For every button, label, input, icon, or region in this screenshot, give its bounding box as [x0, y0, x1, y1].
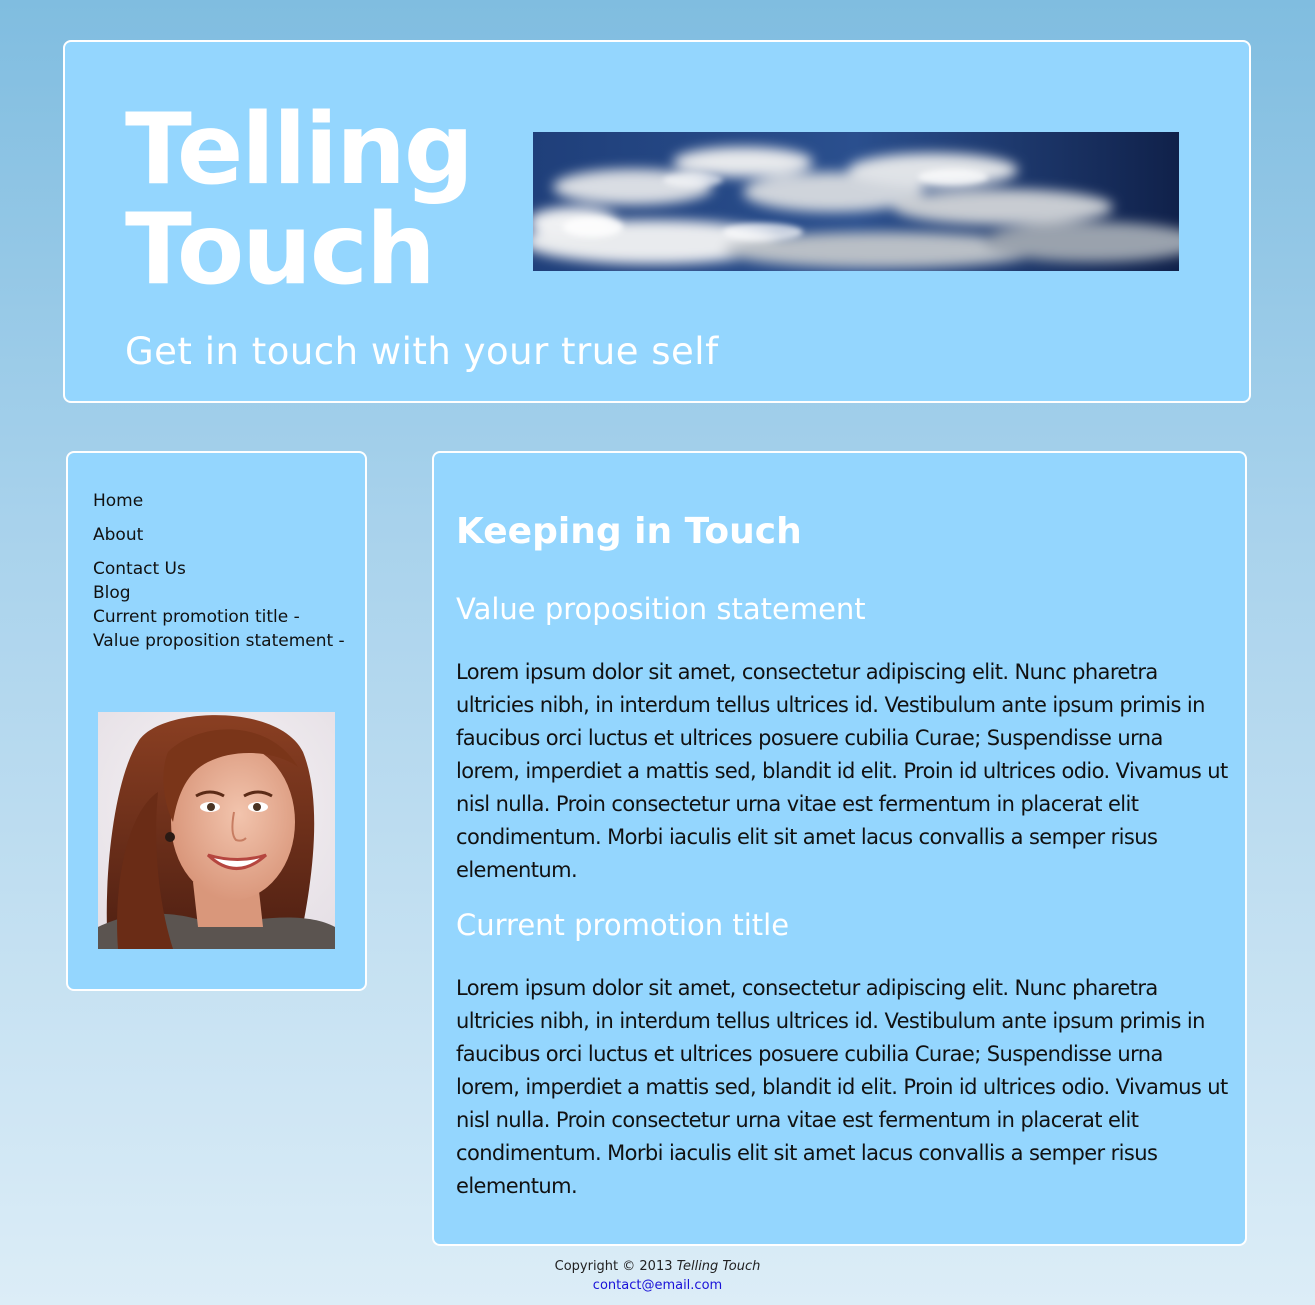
- nav-item-blog[interactable]: Blog: [93, 581, 345, 605]
- section-body-current-promotion: Lorem ipsum dolor sit amet, consectetur …: [456, 976, 1228, 1198]
- nav-item-home[interactable]: Home: [93, 489, 345, 513]
- nav-item-contact-us[interactable]: Contact Us: [93, 557, 345, 581]
- content-title: Keeping in Touch: [456, 511, 802, 552]
- nav-item-about[interactable]: About: [93, 523, 345, 547]
- sidebar-panel: Home About Contact Us Blog Current promo…: [66, 451, 367, 991]
- nav-item-current-promotion[interactable]: Current promotion title -: [93, 605, 345, 629]
- site-title-line1: Telling: [125, 93, 474, 207]
- site-title[interactable]: Telling Touch: [125, 93, 474, 307]
- tagline: Get in touch with your true self: [125, 330, 719, 373]
- footer-copyright-line: Copyright © 2013 Telling Touch: [460, 1257, 855, 1276]
- footer: Copyright © 2013 Telling Touch contact@e…: [460, 1257, 855, 1295]
- site-title-line2: Touch: [125, 193, 436, 307]
- footer-site-name: Telling Touch: [676, 1259, 761, 1274]
- section-title-value-proposition: Value proposition statement: [456, 592, 866, 626]
- portrait-photo: [98, 712, 335, 949]
- sidebar-nav: Home About Contact Us Blog Current promo…: [93, 489, 345, 653]
- nav-item-value-proposition[interactable]: Value proposition statement -: [93, 629, 345, 653]
- copyright-text: Copyright © 2013: [554, 1259, 673, 1274]
- sky-clouds-banner-image: [533, 132, 1179, 271]
- section-body-value-proposition: Lorem ipsum dolor sit amet, consectetur …: [456, 660, 1228, 882]
- section-title-current-promotion: Current promotion title: [456, 908, 790, 942]
- contact-email-link[interactable]: contact@email.com: [593, 1278, 722, 1293]
- main-content-panel: Keeping in Touch Value proposition state…: [432, 451, 1247, 1246]
- header-panel: Telling Touch Get in touch with your tru…: [63, 40, 1251, 403]
